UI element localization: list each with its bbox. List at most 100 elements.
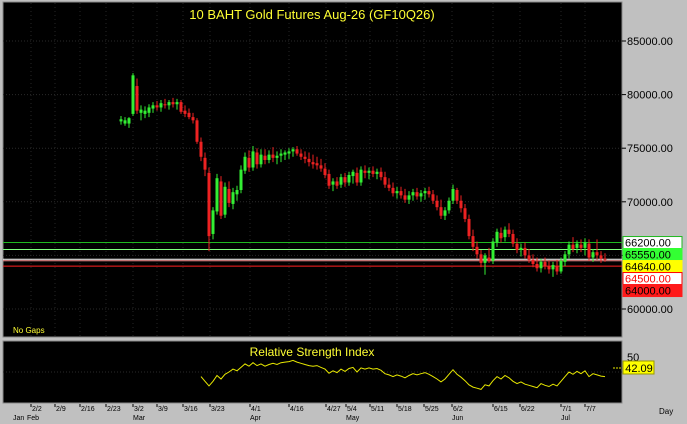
candle-body[interactable]: [503, 229, 507, 238]
candle-body[interactable]: [487, 257, 491, 261]
candle-body[interactable]: [203, 157, 207, 170]
candle-body[interactable]: [575, 243, 579, 248]
candle-body[interactable]: [319, 165, 323, 169]
candle-body[interactable]: [279, 153, 283, 156]
candle-body[interactable]: [551, 265, 555, 270]
candle-body[interactable]: [351, 171, 355, 177]
candle-body[interactable]: [211, 210, 215, 234]
candle-body[interactable]: [179, 102, 183, 112]
candle-body[interactable]: [255, 152, 259, 165]
candle-body[interactable]: [219, 181, 223, 216]
candle-body[interactable]: [347, 175, 351, 183]
candle-body[interactable]: [287, 151, 291, 154]
candle-body[interactable]: [159, 103, 163, 108]
candle-body[interactable]: [555, 266, 559, 272]
candle-body[interactable]: [283, 152, 287, 155]
candle-body[interactable]: [195, 120, 199, 142]
candle-body[interactable]: [571, 244, 575, 249]
candle-body[interactable]: [191, 117, 195, 121]
candle-body[interactable]: [259, 154, 263, 165]
candle-body[interactable]: [439, 207, 443, 216]
candle-body[interactable]: [303, 156, 307, 159]
candle-body[interactable]: [367, 170, 371, 173]
candle-body[interactable]: [167, 102, 171, 106]
candle-body[interactable]: [475, 246, 479, 255]
candle-body[interactable]: [119, 119, 123, 122]
candle-body[interactable]: [523, 247, 527, 256]
candle-body[interactable]: [431, 194, 435, 201]
candle-body[interactable]: [243, 156, 247, 171]
candle-body[interactable]: [359, 169, 363, 183]
candle-body[interactable]: [295, 149, 299, 154]
candle-body[interactable]: [231, 192, 235, 204]
candle-body[interactable]: [463, 208, 467, 219]
candle-body[interactable]: [215, 178, 219, 212]
candle-body[interactable]: [383, 177, 387, 185]
candle-body[interactable]: [143, 110, 147, 114]
candle-body[interactable]: [423, 191, 427, 194]
candle-body[interactable]: [163, 104, 167, 106]
candle-body[interactable]: [135, 86, 139, 111]
candle-body[interactable]: [343, 177, 347, 183]
candle-body[interactable]: [411, 192, 415, 196]
candle-body[interactable]: [407, 195, 411, 200]
candle-body[interactable]: [199, 141, 203, 157]
candle-body[interactable]: [467, 218, 471, 237]
candle-body[interactable]: [399, 191, 403, 196]
candle-body[interactable]: [355, 172, 359, 183]
candle-body[interactable]: [511, 233, 515, 244]
candle-body[interactable]: [123, 120, 127, 124]
candle-body[interactable]: [263, 155, 267, 160]
candle-body[interactable]: [583, 242, 587, 248]
candle-body[interactable]: [267, 154, 271, 160]
candle-body[interactable]: [223, 186, 227, 215]
candle-body[interactable]: [131, 75, 135, 114]
candle-body[interactable]: [471, 236, 475, 247]
candle-body[interactable]: [427, 191, 431, 195]
candle-body[interactable]: [147, 107, 151, 113]
candle-body[interactable]: [579, 244, 583, 248]
candle-body[interactable]: [155, 105, 159, 108]
candle-body[interactable]: [375, 171, 379, 174]
candle-body[interactable]: [447, 200, 451, 211]
candle-body[interactable]: [495, 231, 499, 243]
candle-body[interactable]: [519, 247, 523, 251]
candle-body[interactable]: [371, 170, 375, 174]
candle-body[interactable]: [151, 105, 155, 109]
candle-body[interactable]: [275, 155, 279, 158]
candle-body[interactable]: [363, 170, 367, 173]
candle-body[interactable]: [451, 188, 455, 201]
candle-body[interactable]: [543, 261, 547, 267]
candle-body[interactable]: [251, 151, 255, 168]
candle-body[interactable]: [527, 255, 531, 260]
candle-body[interactable]: [327, 173, 331, 186]
candle-body[interactable]: [331, 181, 335, 185]
price-panel[interactable]: [2, 1, 623, 338]
candle-body[interactable]: [603, 258, 607, 260]
candle-body[interactable]: [391, 187, 395, 194]
candle-body[interactable]: [175, 102, 179, 105]
candle-body[interactable]: [247, 157, 251, 168]
candle-body[interactable]: [443, 210, 447, 216]
candle-body[interactable]: [235, 190, 239, 195]
candle-body[interactable]: [515, 243, 519, 251]
candle-body[interactable]: [379, 171, 383, 178]
candle-body[interactable]: [387, 184, 391, 188]
candle-body[interactable]: [171, 102, 175, 105]
candle-body[interactable]: [315, 163, 319, 166]
candle-body[interactable]: [139, 109, 143, 113]
candle-body[interactable]: [531, 259, 535, 264]
candle-body[interactable]: [299, 153, 303, 157]
candle-body[interactable]: [339, 177, 343, 185]
candle-body[interactable]: [187, 112, 191, 118]
candle-body[interactable]: [311, 162, 315, 165]
candle-body[interactable]: [307, 158, 311, 163]
candle-body[interactable]: [499, 232, 503, 239]
candle-body[interactable]: [395, 191, 399, 194]
candle-body[interactable]: [587, 243, 591, 258]
candle-body[interactable]: [595, 252, 599, 256]
candle-body[interactable]: [559, 260, 563, 272]
candle-body[interactable]: [239, 169, 243, 191]
candle-body[interactable]: [415, 192, 419, 197]
candle-body[interactable]: [563, 254, 567, 262]
